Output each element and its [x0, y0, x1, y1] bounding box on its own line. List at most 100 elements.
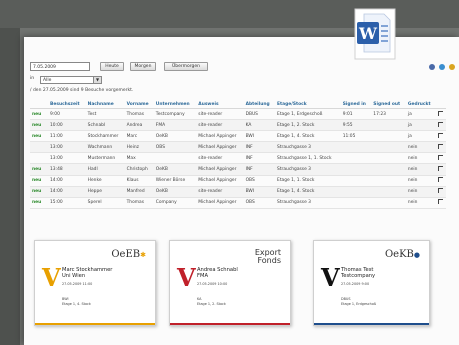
table-cell: [371, 152, 406, 165]
print-action-cell: [435, 175, 446, 187]
badge-logo-text: OeEB: [111, 249, 141, 260]
status-cell: neu: [30, 119, 48, 132]
column-header[interactable]: Signed in: [340, 100, 372, 109]
table-cell: Manfred: [124, 186, 154, 198]
table-cell: Etage 1, 2. Stock: [275, 119, 341, 132]
table-cell: 9:01: [340, 108, 372, 121]
table-cell: OBS: [243, 175, 276, 187]
help-icon[interactable]: [449, 64, 455, 70]
table-row[interactable]: 13:00 Wachmann Heinz OBS Michael Appinger INF…: [30, 141, 446, 154]
table-row[interactable]: neu 14:00 Henke Klaus Wiener Börse Michael Ap…: [30, 175, 446, 187]
table-cell: 13:48: [48, 163, 86, 176]
department-select-value: Alle: [43, 78, 52, 83]
table-cell: Michael Appinger: [196, 130, 244, 143]
today-button[interactable]: Heute: [100, 62, 124, 71]
table-row[interactable]: neu 15:00 Sperel Thomas Company Michael Appin…: [30, 197, 446, 209]
print-action-cell: [435, 152, 446, 165]
table-cell: nein: [405, 175, 436, 187]
chevron-down-icon[interactable]: ▼: [93, 77, 101, 83]
column-header[interactable]: Signed out: [371, 100, 406, 109]
table-cell: 13:00: [48, 152, 86, 165]
badge-letter: V: [42, 263, 61, 292]
table-cell: Etage 1, 4. Stock: [275, 186, 341, 198]
badge-visitor-org: Uni Wien: [62, 273, 86, 280]
column-header[interactable]: Gedruckt: [405, 100, 436, 109]
print-badge-icon[interactable]: [437, 132, 443, 138]
print-action-cell: [435, 119, 446, 132]
table-cell: Michael Appinger: [196, 141, 244, 154]
table-cell: Wiener Börse: [153, 175, 197, 187]
badge-letter: V: [177, 263, 196, 292]
table-cell: INF: [243, 141, 276, 154]
export-fonds-logo: Export Fonds: [249, 249, 281, 265]
table-row[interactable]: neu 14:00 Heppe Manfred OeKB site-reader BWI Et…: [30, 186, 446, 198]
table-cell: Thomas: [124, 108, 154, 121]
print-action-cell: [435, 186, 446, 198]
print-badge-icon[interactable]: [437, 177, 443, 183]
visitor-badge-3[interactable]: OeKB● V Thomas Test Testcompany 27.05.20…: [313, 240, 430, 326]
table-cell: Strauchgasse 3: [275, 141, 341, 154]
date-input[interactable]: 7.05.2009: [30, 62, 90, 71]
print-action-cell: [435, 108, 446, 121]
print-badge-icon[interactable]: [437, 154, 443, 160]
table-cell: [371, 130, 406, 143]
visitor-badge-1[interactable]: OeEB✱ V Marc Stockhammer Uni Wien 27.05.…: [34, 240, 156, 326]
badge-visitor-info: Andrea Schnabl FMA: [197, 267, 238, 279]
table-cell: Henke: [85, 175, 125, 187]
table-cell: nein: [405, 152, 436, 165]
table-cell: INF: [243, 163, 276, 176]
table-cell: [371, 163, 406, 176]
day-after-tomorrow-button[interactable]: Übermorgen: [164, 62, 208, 71]
department-select[interactable]: Alle ▼: [40, 76, 102, 84]
print-icon[interactable]: [429, 64, 435, 70]
tomorrow-button[interactable]: Morgen: [130, 62, 156, 71]
table-cell: Max: [124, 152, 154, 165]
table-cell: Heinz: [124, 141, 154, 154]
table-cell: BWI: [243, 186, 276, 198]
status-cell: neu: [30, 163, 48, 176]
svg-text:W: W: [358, 24, 378, 43]
table-row[interactable]: 13:00 Mustermann Max site-reader INF Strauchg…: [30, 152, 446, 165]
table-row[interactable]: neu 13:48 Hadl Christoph OeKB Michael Appinge…: [30, 163, 446, 176]
column-header[interactable]: Abteilung: [243, 100, 276, 109]
badge-host: KA: [197, 297, 202, 301]
table-cell: [371, 119, 406, 132]
word-icon[interactable]: W: [354, 8, 396, 60]
print-action-cell: [435, 130, 446, 143]
table-row[interactable]: neu 10:00 Schnabl Andrea FMA site-reader KA Eta…: [30, 119, 446, 132]
table-cell: OeKB: [153, 130, 197, 143]
print-action-cell: [435, 163, 446, 176]
status-cell: neu: [30, 130, 48, 143]
visitor-badge-2[interactable]: Export Fonds V Andrea Schnabl FMA 27.05.…: [169, 240, 291, 326]
column-header[interactable]: Besuchszeit: [48, 100, 86, 109]
table-cell: 13:00: [48, 141, 86, 154]
status-cell: [30, 141, 48, 154]
table-cell: ja: [405, 130, 436, 143]
column-header[interactable]: Unternehmen: [153, 100, 197, 109]
column-header[interactable]: Nachname: [85, 100, 125, 109]
print-badge-icon[interactable]: [437, 166, 443, 172]
print-badge-icon[interactable]: [437, 188, 443, 194]
table-row[interactable]: neu 9:00 Test Thomas Testcompany site-reader D…: [30, 108, 446, 121]
table-cell: site-reader: [196, 152, 244, 165]
table-cell: Marc: [124, 130, 154, 143]
print-badge-icon[interactable]: [437, 199, 443, 205]
table-cell: Strauchgasse 1, 1. Stock: [275, 152, 341, 165]
badge-stripe: [35, 323, 155, 325]
table-cell: Michael Appinger: [196, 175, 244, 187]
table-cell: ja: [405, 119, 436, 132]
column-header[interactable]: Vorname: [124, 100, 154, 109]
table-cell: FMA: [153, 119, 197, 132]
print-badge-icon[interactable]: [437, 121, 443, 127]
print-badge-icon[interactable]: [437, 110, 443, 116]
table-cell: Testcompany: [153, 108, 197, 121]
column-header[interactable]: Etage/Stock: [275, 100, 341, 109]
table-cell: [340, 186, 372, 198]
table-cell: nein: [405, 186, 436, 198]
table-cell: Company: [153, 197, 197, 209]
table-row[interactable]: neu 11:00 Stockhammer Marc OeKB Michael Appin…: [30, 130, 446, 143]
column-header[interactable]: Ausweis: [196, 100, 244, 109]
info-icon[interactable]: [439, 64, 445, 70]
toolbar: 7.05.2009 Heute Morgen Übermorgen in All…: [30, 62, 455, 102]
print-badge-icon[interactable]: [437, 143, 443, 149]
